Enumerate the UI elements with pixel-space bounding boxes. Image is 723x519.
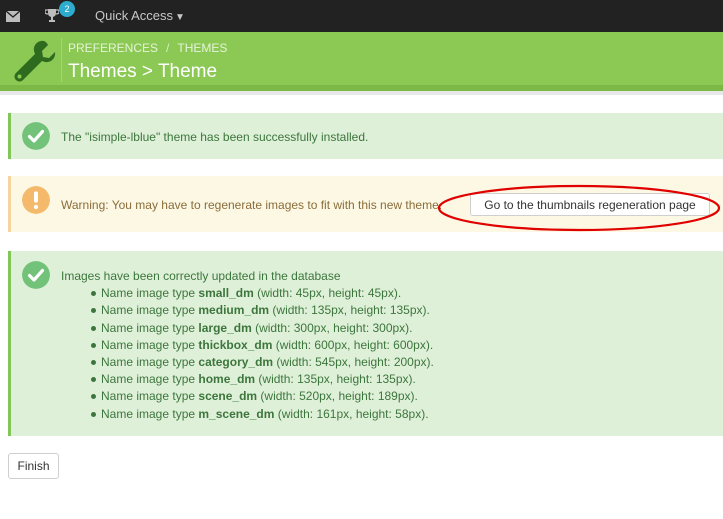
image-type-name: scene_dm xyxy=(198,389,258,404)
breadcrumb-preferences[interactable]: PREFERENCES xyxy=(68,41,158,55)
image-type-name: thickbox_dm xyxy=(198,337,273,352)
header-separator xyxy=(0,91,723,95)
header-divider xyxy=(61,38,62,82)
breadcrumb-separator: / xyxy=(166,41,170,55)
trophy-icon[interactable] xyxy=(45,9,59,22)
check-circle-icon xyxy=(22,122,50,150)
images-updated-heading: Images have been correctly updated in th… xyxy=(61,269,341,283)
check-circle-icon xyxy=(22,261,50,289)
finish-button[interactable]: Finish xyxy=(8,453,59,479)
alert-message: The "isimple-lblue" theme has been succe… xyxy=(61,130,369,144)
annotation-ellipse xyxy=(437,184,721,232)
list-item: Name image type category_dm (width: 545p… xyxy=(61,354,434,371)
list-item: Name image type medium_dm (width: 135px,… xyxy=(61,302,434,319)
images-updated-list: Images have been correctly updated in th… xyxy=(61,268,434,423)
list-item: Name image type home_dm (width: 135px, h… xyxy=(61,371,434,388)
wrench-icon xyxy=(14,40,56,82)
list-item: Name image type scene_dm (width: 520px, … xyxy=(61,388,434,405)
caret-down-icon: ▼ xyxy=(175,12,185,23)
quick-access-dropdown[interactable]: Quick Access ▼ xyxy=(95,8,185,23)
image-type-name: large_dm xyxy=(198,320,252,335)
envelope-icon[interactable] xyxy=(6,11,20,22)
image-type-name: medium_dm xyxy=(198,303,270,318)
notification-badge: 2 xyxy=(59,1,75,17)
image-type-name: m_scene_dm xyxy=(198,406,275,421)
list-item: Name image type m_scene_dm (width: 161px… xyxy=(61,406,434,423)
breadcrumb-themes[interactable]: THEMES xyxy=(177,41,227,55)
alert-message: Warning: You may have to regenerate imag… xyxy=(61,198,443,212)
exclamation-circle-icon xyxy=(22,186,50,214)
image-type-name: category_dm xyxy=(198,355,274,370)
image-type-name: home_dm xyxy=(198,372,256,387)
image-type-name: small_dm xyxy=(198,286,254,301)
list-item: Name image type small_dm (width: 45px, h… xyxy=(61,285,434,302)
quick-access-label: Quick Access xyxy=(95,8,174,23)
top-navbar: 2 Quick Access ▼ xyxy=(0,0,723,32)
alert-theme-installed: The "isimple-lblue" theme has been succe… xyxy=(8,113,723,159)
list-item: Name image type thickbox_dm (width: 600p… xyxy=(61,337,434,354)
breadcrumb: PREFERENCES / THEMES xyxy=(68,41,227,55)
page-title: Themes > Theme xyxy=(68,61,218,82)
list-item: Name image type large_dm (width: 300px, … xyxy=(61,320,434,337)
